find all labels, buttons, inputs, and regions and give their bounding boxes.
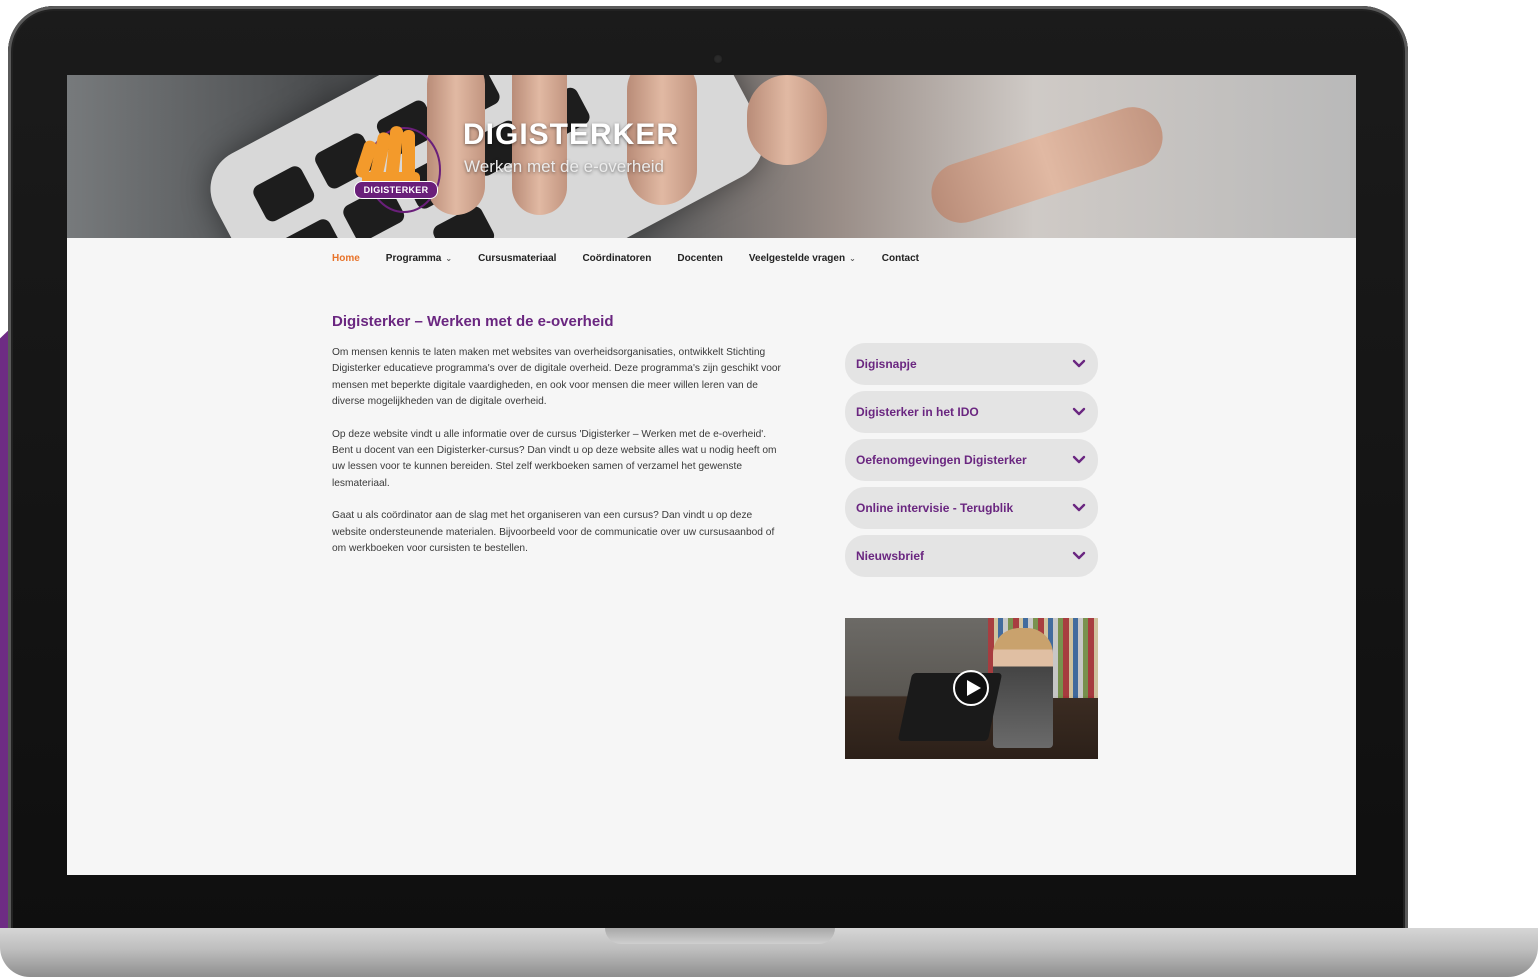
intro-paragraph: Op deze website vindt u alle informatie …	[332, 428, 777, 489]
video-thumbnail-person	[993, 628, 1053, 748]
nav-item-label: Cursusmateriaal	[478, 253, 557, 264]
camera-icon	[713, 54, 723, 64]
nav-item-home[interactable]: Home	[332, 253, 360, 264]
nav-item-label: Contact	[881, 253, 920, 264]
accordion-item-oefenomgevingen[interactable]: Oefenomgevingen Digisterker	[845, 439, 1098, 481]
accordion-label: Digisterker in het IDO	[856, 405, 979, 419]
page-title: Digisterker – Werken met de e-overheid	[332, 313, 614, 330]
intro-content: Om mensen kennis te laten maken met webs…	[332, 345, 787, 573]
intro-paragraph: Gaat u als coördinator aan de slag met h…	[332, 510, 775, 555]
accordion-item-nieuwsbrief[interactable]: Nieuwsbrief	[845, 535, 1098, 577]
chevron-down-icon	[1072, 407, 1086, 416]
nav-item-label: Home	[332, 253, 360, 264]
accordion-item-online-intervisie[interactable]: Online intervisie - Terugblik	[845, 487, 1098, 529]
accordion-item-digisterker-ido[interactable]: Digisterker in het IDO	[845, 391, 1098, 433]
browser-screen: DIGISTERKER DIGISTERKER Werken met de e-…	[67, 75, 1356, 875]
play-icon[interactable]	[953, 670, 989, 706]
accordion-item-digisnapje[interactable]: Digisnapje	[845, 343, 1098, 385]
nav-item-contact[interactable]: Contact	[882, 253, 919, 264]
main-navigation: Home Programma ⌄ Cursusmateriaal Coördin…	[332, 253, 919, 264]
nav-item-label: Programma	[385, 253, 442, 264]
chevron-down-icon: ⌄	[849, 254, 856, 263]
laptop-notch	[605, 928, 835, 944]
header-banner: DIGISTERKER DIGISTERKER Werken met de e-…	[67, 75, 1356, 238]
video-player[interactable]	[845, 618, 1098, 759]
finger-image	[747, 75, 827, 165]
site-title[interactable]: DIGISTERKER	[463, 118, 679, 152]
nav-item-veelgestelde-vragen[interactable]: Veelgestelde vragen ⌄	[749, 253, 856, 264]
site-tagline: Werken met de e-overheid	[464, 157, 665, 176]
nav-item-label: Coördinatoren	[582, 253, 652, 264]
chevron-down-icon: ⌄	[445, 254, 453, 263]
accordion-label: Online intervisie - Terugblik	[856, 501, 1014, 515]
accordion-label: Digisnapje	[856, 357, 917, 371]
chevron-down-icon	[1072, 455, 1086, 464]
chevron-down-icon	[1072, 503, 1086, 512]
nav-item-docenten[interactable]: Docenten	[677, 253, 723, 264]
chevron-down-icon	[1072, 551, 1086, 560]
nav-item-cursusmateriaal[interactable]: Cursusmateriaal	[478, 253, 556, 264]
nav-item-label: Docenten	[677, 253, 723, 264]
chevron-down-icon	[1072, 359, 1086, 368]
finger-image	[923, 99, 1171, 231]
nav-item-coordinatoren[interactable]: Coördinatoren	[582, 253, 651, 264]
nav-item-label: Veelgestelde vragen	[748, 253, 846, 264]
logo-badge: DIGISTERKER	[354, 181, 438, 199]
intro-paragraph: Om mensen kennis te laten maken met webs…	[332, 347, 781, 408]
accordion-label: Nieuwsbrief	[856, 549, 925, 563]
logo-hand-icon	[355, 126, 441, 213]
sidebar-accordion: Digisnapje Digisterker in het IDO Oefeno…	[845, 343, 1098, 583]
accordion-label: Oefenomgevingen Digisterker	[856, 453, 1027, 467]
nav-item-programma[interactable]: Programma ⌄	[386, 253, 452, 264]
